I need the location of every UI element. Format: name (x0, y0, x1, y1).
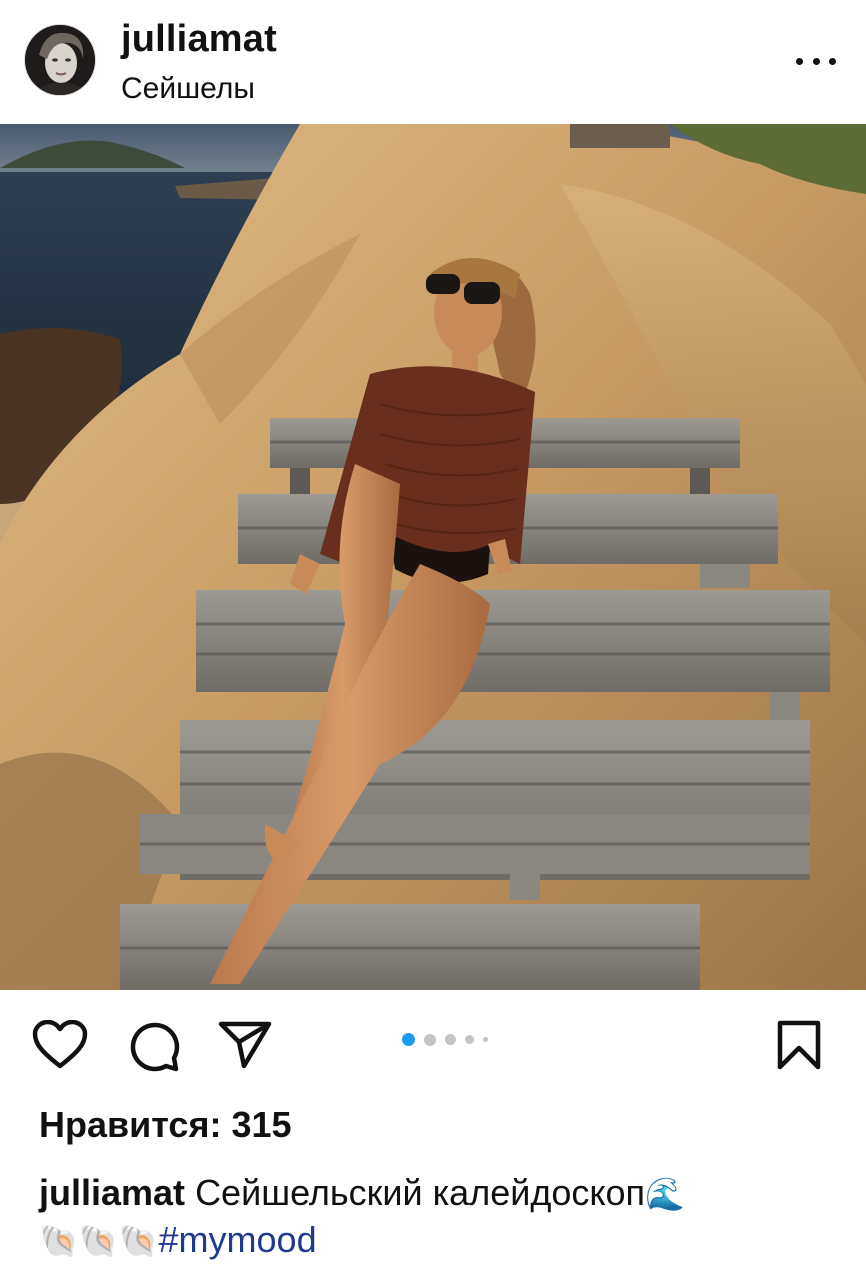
post-location[interactable]: Сейшелы (121, 72, 255, 106)
send-icon[interactable] (218, 1020, 272, 1070)
carousel-dot (483, 1037, 488, 1042)
likes-count[interactable]: Нравится: 315 (39, 1104, 292, 1146)
photo-illustration (0, 124, 866, 990)
hashtag-link[interactable]: #mymood (159, 1219, 317, 1260)
carousel-dot (465, 1035, 474, 1044)
shell-emojis: 🐚🐚🐚 (39, 1222, 159, 1260)
wave-emoji: 🌊 (645, 1175, 685, 1213)
carousel-dot (402, 1033, 415, 1046)
carousel-dot (424, 1033, 436, 1046)
post-photo[interactable] (0, 124, 866, 990)
more-horizontal-icon[interactable] (796, 46, 836, 76)
caption-username[interactable]: julliamat (39, 1172, 185, 1213)
post-header: julliamat Сейшелы (0, 0, 866, 124)
heart-icon[interactable] (32, 1020, 88, 1070)
bookmark-icon[interactable] (776, 1020, 822, 1070)
post-actions (0, 1000, 866, 1090)
avatar-image (25, 25, 95, 95)
comment-icon[interactable] (128, 1020, 180, 1072)
avatar[interactable] (24, 24, 96, 96)
caption-text: Сейшельский калейдоскоп (195, 1172, 646, 1213)
carousel-indicator (402, 1033, 488, 1046)
post-caption: julliamat Сейшельский калейдоскоп🌊 🐚🐚🐚#m… (39, 1170, 839, 1264)
carousel-dot (445, 1034, 456, 1045)
post-username[interactable]: julliamat (121, 18, 277, 61)
